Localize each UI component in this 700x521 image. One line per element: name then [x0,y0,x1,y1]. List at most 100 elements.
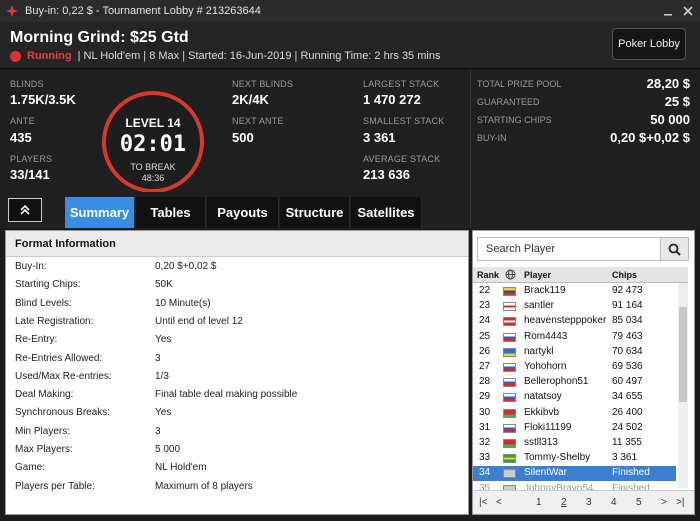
format-row-value: 5 000 [155,444,181,455]
player-rank: 23 [479,300,491,312]
format-row-value: Maximum of 8 players [155,480,253,492]
tab-structure[interactable]: Structure [280,197,350,228]
player-row[interactable]: 29 natatsoy 34 655 [473,390,676,405]
player-row[interactable]: 32 sstll313 11 355 [473,436,676,451]
level-timer: LEVEL 14 02:01 TO BREAK 48:36 [102,91,204,193]
players-label: PLAYERS [10,154,53,164]
format-row-label: Blind Levels: [15,297,72,309]
tab-payouts[interactable]: Payouts [207,197,279,228]
country-flag-icon [503,363,516,372]
country-flag-icon [503,439,516,448]
previous-page-icon[interactable]: < [496,497,502,508]
pagination: |< < 1 2 3 4 5 > >| [473,490,694,514]
tab-summary[interactable]: Summary [65,197,135,228]
tab-tables[interactable]: Tables [136,197,206,228]
level-label: LEVEL 14 [125,116,181,130]
player-chips: 3 361 [612,452,638,464]
page-number[interactable]: 2 [561,497,567,508]
format-row-label: Used/Max Re-entries: [15,370,112,382]
globe-icon[interactable] [505,269,516,282]
player-rank: 34 [479,467,491,479]
player-row[interactable]: 22 Brack119 92 473 [473,284,676,299]
prize-row-value: 25 $ [664,94,690,109]
next-page-icon[interactable]: > [661,497,667,508]
format-row-label: Re-Entry: [15,334,58,346]
prize-row: BUY-IN 0,20 $+0,02 $ [477,130,690,145]
player-row[interactable]: 34 SilentWar Finished [473,466,676,482]
format-row-value: 50K [155,279,173,291]
largest-stack-label: LARGEST STACK [363,79,440,89]
player-rank: 24 [479,315,491,327]
country-flag-icon [503,347,516,357]
player-row[interactable]: 27 Yohohorn 69 536 [473,360,676,375]
player-rank: 28 [479,376,491,388]
player-column-header[interactable]: Player [524,270,551,280]
country-flag-icon [503,378,516,388]
country-flag-icon [503,408,516,418]
to-break-value: 48:36 [141,173,165,183]
next-blinds-label: NEXT BLINDS [232,79,294,89]
player-list-panel: Search Player Rank Player Chips 22 Brack1… [472,230,695,515]
player-row[interactable]: 30 Ekkibvb 26 400 [473,406,676,421]
player-rank: 31 [479,421,491,433]
player-chips: 85 034 [612,315,643,327]
rank-column-header[interactable]: Rank [477,270,499,280]
player-name: Rom4443 [524,330,568,342]
format-row-label: Starting Chips: [15,279,81,291]
player-row[interactable]: 26 nartykl 70 634 [473,345,676,360]
next-blinds-value: 2K/4K [232,92,269,107]
player-list-scrollbar[interactable] [678,283,688,488]
format-row-label: Deal Making: [15,389,74,401]
page-number[interactable]: 3 [586,497,592,508]
player-row[interactable]: 33 Tommy-Shelby 3 361 [473,451,676,466]
format-row-label: Buy-In: [15,261,47,272]
scrollbar-thumb[interactable] [679,307,687,402]
page-number[interactable]: 5 [636,497,642,508]
poker-lobby-button[interactable]: Poker Lobby [612,28,686,60]
player-chips: 34 655 [612,391,643,403]
first-page-icon[interactable]: |< [479,497,487,508]
last-page-icon[interactable]: >| [676,497,684,508]
tournament-header: Morning Grind: $25 Gtd Running | NL Hold… [0,22,700,69]
player-row[interactable]: 25 Rom4443 79 463 [473,330,676,345]
player-row[interactable]: 31 Floki11199 24 502 [473,421,676,436]
tournament-name: Morning Grind: $25 Gtd [10,29,189,46]
next-ante-value: 500 [232,130,254,145]
prize-row: STARTING CHIPS 50 000 [477,112,690,127]
player-table-header: Rank Player Chips [473,267,688,283]
tournament-status-line: Running | NL Hold'em | 8 Max | Started: … [10,50,440,62]
tournament-details: | NL Hold'em | 8 Max | Started: 16-Jun-2… [77,50,441,62]
page-number[interactable]: 4 [611,497,617,508]
close-icon[interactable] [680,3,696,19]
player-row[interactable]: 24 heavenstepppoker 85 034 [473,314,676,329]
ante-label: ANTE [10,116,35,126]
players-value: 33/141 [10,167,50,182]
country-flag-icon [503,317,516,327]
country-flag-icon [503,332,516,342]
minimize-icon[interactable] [660,3,676,19]
double-chevron-up-icon [20,204,30,215]
smallest-stack-label: SMALLEST STACK [363,116,445,126]
format-row-value: 3 [155,425,161,437]
search-input[interactable]: Search Player [477,237,689,261]
format-row-value: 1/3 [155,370,169,382]
smallest-stack-value: 3 361 [363,130,396,145]
chips-column-header[interactable]: Chips [612,270,637,280]
search-button[interactable] [660,238,688,260]
player-row[interactable]: 28 Bellerophon51 60 497 [473,375,676,390]
running-status: Running [27,50,72,62]
player-row[interactable]: 23 santler 91 164 [473,299,676,314]
collapse-header-button[interactable] [8,198,42,222]
page-number[interactable]: 1 [536,497,542,508]
player-name: sstll313 [524,437,558,448]
average-stack-value: 213 636 [363,167,410,182]
format-row-label: Re-Entries Allowed: [15,352,103,364]
format-row-label: Synchronous Breaks: [15,407,111,419]
pokerstars-logo-icon [6,5,18,17]
format-row-label: Players per Table: [15,480,95,492]
country-flag-icon [503,469,516,479]
prize-row: GUARANTEED 25 $ [477,94,690,109]
prize-row-label: BUY-IN [477,132,507,143]
format-information-heading: Format Information [6,231,468,257]
tab-satellites[interactable]: Satellites [351,197,422,228]
